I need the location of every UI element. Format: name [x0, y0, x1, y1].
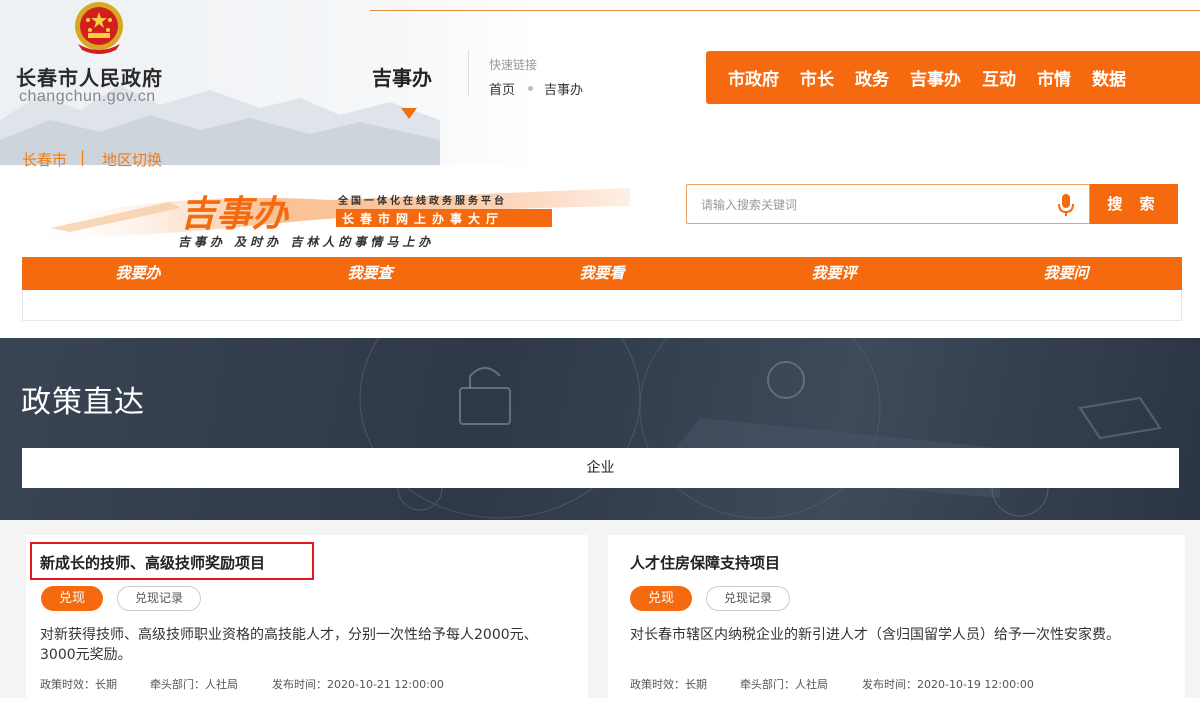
tab-handle[interactable]: 我要办: [22, 257, 254, 290]
nav-item-mayor[interactable]: 市长: [800, 65, 834, 90]
policy-card: 人才住房保障支持项目 兑现 兑现记录 对长春市辖区内纳税企业的新引进人才（含归国…: [608, 535, 1185, 705]
policy-hero: [0, 338, 1200, 520]
redeem-button[interactable]: 兑现: [630, 586, 692, 611]
redeem-button[interactable]: 兑现: [41, 586, 103, 611]
redeem-record-button[interactable]: 兑现记录: [706, 586, 790, 611]
page-title: 政策直达: [21, 385, 145, 420]
region-switch-link[interactable]: 地区切换: [102, 149, 162, 170]
breadcrumb-dot-icon: [528, 86, 533, 91]
tab-ask[interactable]: 我要问: [950, 257, 1182, 290]
search-input[interactable]: [699, 185, 1043, 225]
region-separator: |: [80, 148, 86, 166]
section-title: 吉事办: [372, 66, 432, 90]
policy-title[interactable]: 人才住房保障支持项目: [630, 552, 780, 573]
search-box: [686, 184, 1090, 225]
microphone-icon[interactable]: [1055, 193, 1077, 217]
top-divider: [370, 10, 1200, 11]
nav-item-jishiban[interactable]: 吉事办: [910, 65, 961, 90]
breadcrumb-home[interactable]: 首页: [489, 79, 515, 98]
breadcrumb-current[interactable]: 吉事办: [544, 79, 583, 98]
quick-links-label: 快速链接: [489, 58, 538, 72]
logo-text: 吉事办: [180, 194, 290, 235]
site-name: 长春市人民政府: [16, 66, 163, 90]
policy-published: 发布时间：2020-10-21 12:00:00: [272, 678, 444, 691]
policy-published: 发布时间：2020-10-19 12:00:00: [862, 678, 1034, 691]
jishiban-logo: 吉事办 全国一体化在线政务服务平台 长春市网上办事大厅 吉事办 及时办 吉林人的…: [30, 188, 630, 249]
nav-item-affairs[interactable]: 政务: [855, 65, 889, 90]
tab-query[interactable]: 我要查: [254, 257, 486, 290]
vertical-divider: [468, 50, 469, 96]
nav-item-interaction[interactable]: 互动: [982, 65, 1016, 90]
nav-item-government[interactable]: 市政府: [728, 65, 779, 90]
tagline-box: 长春市网上办事大厅: [342, 211, 504, 226]
service-tabs: 我要办 我要查 我要看 我要评 我要问: [22, 257, 1182, 290]
policy-validity: 政策时效：长期: [40, 678, 117, 691]
slogan: 吉事办 及时办 吉林人的事情马上办: [178, 235, 434, 249]
search-button[interactable]: 搜 索: [1090, 184, 1178, 224]
policy-title[interactable]: 新成长的技师、高级技师奖励项目: [40, 552, 265, 573]
policy-card: 新成长的技师、高级技师奖励项目 兑现 兑现记录 对新获得技师、高级技师职业资格的…: [26, 535, 588, 705]
tab-panel: [22, 290, 1182, 321]
national-emblem-icon: [75, 2, 123, 54]
policy-description: 对新获得技师、高级技师职业资格的高技能人才，分别一次性给予每人2000元、300…: [40, 627, 538, 663]
region-link[interactable]: 长春市: [22, 149, 67, 170]
nav-item-data[interactable]: 数据: [1092, 65, 1126, 90]
policy-validity: 政策时效：长期: [630, 678, 707, 691]
hero-decoration: [359, 338, 1162, 519]
tagline-top: 全国一体化在线政务服务平台: [337, 194, 507, 207]
policy-department: 牵头部门：人社局: [740, 678, 828, 691]
nav-item-city-info[interactable]: 市情: [1037, 65, 1071, 90]
policy-description: 对长春市辖区内纳税企业的新引进人才（含归国留学人员）给予一次性安家费。: [630, 627, 1120, 643]
redeem-record-button[interactable]: 兑现记录: [117, 586, 201, 611]
tab-view[interactable]: 我要看: [486, 257, 718, 290]
site-domain: changchun.gov.cn: [19, 88, 156, 105]
filter-enterprise[interactable]: 企业: [22, 448, 1179, 488]
caret-down-icon: [401, 108, 417, 119]
tab-evaluate[interactable]: 我要评: [718, 257, 950, 290]
policy-department: 牵头部门：人社局: [150, 678, 238, 691]
main-nav: 市政府 市长 政务 吉事办 互动 市情 数据: [706, 51, 1200, 104]
